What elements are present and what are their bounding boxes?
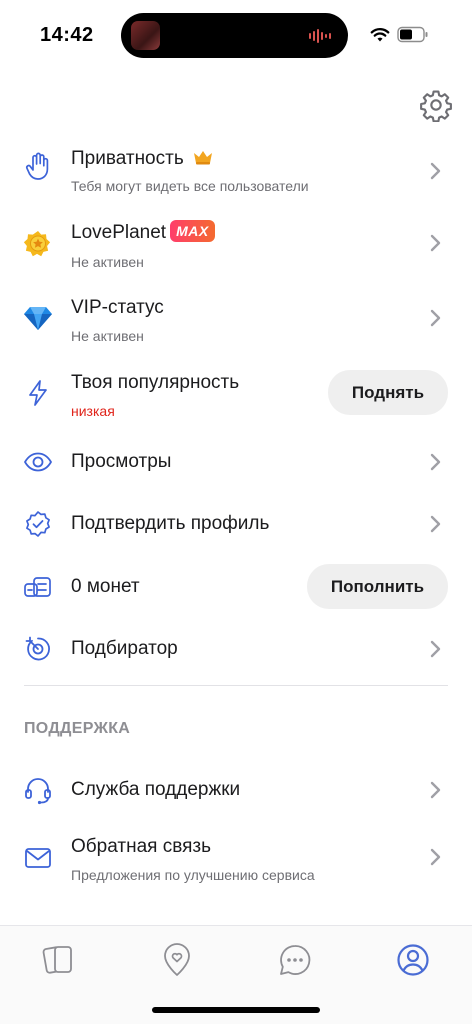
loveplanet-title: LovePlanet MAX bbox=[71, 220, 215, 244]
profile-icon bbox=[397, 944, 429, 976]
chevron-right-icon bbox=[430, 848, 441, 866]
now-playing-thumbnail bbox=[131, 21, 160, 50]
max-badge: MAX bbox=[170, 220, 215, 242]
feedback-subtitle: Предложения по улучшению сервиса bbox=[71, 867, 315, 883]
privacy-label: Приватность bbox=[71, 148, 184, 169]
menu-item-matcher[interactable]: Подбиратор bbox=[0, 627, 472, 671]
coins-icon bbox=[22, 571, 54, 603]
privacy-subtitle: Тебя могут видеть все пользователи bbox=[71, 178, 309, 194]
home-indicator[interactable] bbox=[152, 1007, 320, 1013]
crown-icon bbox=[194, 150, 213, 165]
verify-title: Подтвердить профиль bbox=[71, 513, 270, 534]
menu-item-views[interactable]: Просмотры bbox=[0, 440, 472, 484]
status-bar: 14:42 bbox=[0, 0, 472, 70]
menu-item-vip[interactable]: VIP-статус Не активен bbox=[0, 285, 472, 351]
verified-badge-icon bbox=[22, 508, 54, 540]
star-medal-icon bbox=[22, 228, 54, 260]
chat-icon bbox=[280, 945, 311, 975]
menu-item-verify-profile[interactable]: Подтвердить профиль bbox=[0, 502, 472, 546]
section-divider bbox=[24, 685, 448, 686]
chevron-right-icon bbox=[430, 640, 441, 658]
tab-cards[interactable] bbox=[39, 940, 79, 980]
vip-subtitle: Не активен bbox=[71, 328, 144, 344]
popularity-title: Твоя популярность bbox=[71, 372, 240, 393]
support-section-header: ПОДДЕРЖКА bbox=[24, 720, 131, 737]
loveplanet-subtitle: Не активен bbox=[71, 254, 144, 270]
privacy-title: Приватность bbox=[71, 148, 214, 170]
headset-icon bbox=[22, 774, 54, 806]
tab-profile[interactable] bbox=[393, 940, 433, 980]
mail-icon bbox=[22, 842, 54, 874]
menu-item-support-service[interactable]: Служба поддержки bbox=[0, 768, 472, 812]
vip-title: VIP-статус bbox=[71, 297, 164, 318]
menu-item-feedback[interactable]: Обратная связь Предложения по улучшению … bbox=[0, 826, 472, 892]
menu-item-loveplanet-max[interactable]: LovePlanet MAX Не активен bbox=[0, 210, 472, 276]
tab-nearby[interactable] bbox=[157, 940, 197, 980]
cards-icon bbox=[42, 946, 72, 974]
diamond-icon bbox=[22, 302, 54, 334]
support-service-title: Служба поддержки bbox=[71, 779, 241, 800]
tab-messages[interactable] bbox=[275, 940, 315, 980]
gear-icon[interactable] bbox=[419, 88, 453, 122]
boost-button[interactable]: Поднять bbox=[328, 370, 448, 415]
chevron-right-icon bbox=[430, 162, 441, 180]
popularity-level: низкая bbox=[71, 403, 115, 419]
location-heart-icon bbox=[164, 943, 190, 976]
dynamic-island[interactable] bbox=[121, 13, 348, 58]
lightning-icon bbox=[22, 377, 54, 409]
top-up-button[interactable]: Пополнить bbox=[307, 564, 448, 609]
battery-icon bbox=[397, 26, 428, 43]
chevron-right-icon bbox=[430, 453, 441, 471]
coins-title: 0 монет bbox=[71, 576, 140, 597]
chevron-right-icon bbox=[430, 515, 441, 533]
audio-wave-icon bbox=[309, 29, 331, 43]
wifi-icon bbox=[370, 28, 390, 42]
eye-icon bbox=[22, 446, 54, 478]
hand-icon bbox=[22, 150, 54, 182]
chevron-right-icon bbox=[430, 309, 441, 327]
status-time: 14:42 bbox=[40, 24, 94, 46]
menu-item-privacy[interactable]: Приватность Тебя могут видеть все пользо… bbox=[0, 140, 472, 206]
chevron-right-icon bbox=[430, 781, 441, 799]
target-icon bbox=[22, 633, 54, 665]
feedback-title: Обратная связь bbox=[71, 836, 211, 857]
matcher-title: Подбиратор bbox=[71, 638, 178, 659]
views-title: Просмотры bbox=[71, 451, 172, 472]
chevron-right-icon bbox=[430, 234, 441, 252]
loveplanet-label: LovePlanet bbox=[71, 222, 167, 244]
